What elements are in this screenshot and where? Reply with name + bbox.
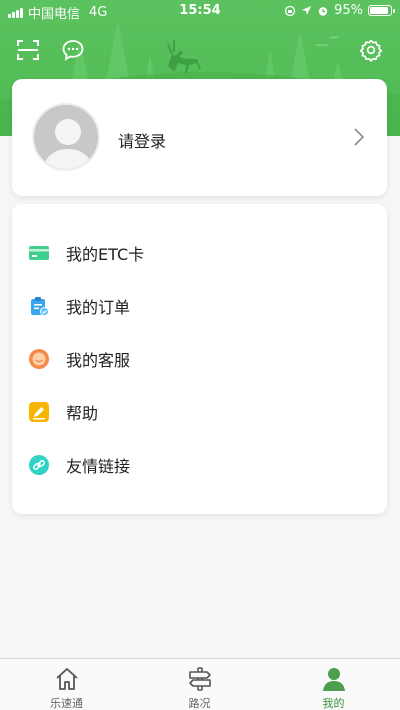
order-clipboard-icon	[31, 297, 49, 316]
battery-icon	[368, 5, 395, 16]
menu-item-friendly-links[interactable]: 友情链接	[12, 443, 387, 487]
gear-icon[interactable]	[359, 38, 383, 62]
menu-item-label: 我的客服	[66, 351, 131, 370]
menu-item-label: 我的订单	[66, 298, 131, 317]
home-icon	[55, 668, 78, 690]
chevron-right-icon	[354, 128, 365, 146]
person-icon	[322, 668, 345, 691]
menu-item-customer-service[interactable]: 我的客服	[12, 337, 387, 381]
menu-item-label: 友情链接	[66, 457, 131, 476]
tab-label: 我的	[322, 697, 345, 710]
battery-percent: 95%	[334, 3, 363, 18]
tab-label: 乐速通	[50, 697, 83, 710]
menu-item-help[interactable]: 帮助	[12, 390, 387, 434]
road-signpost-icon	[188, 667, 211, 691]
default-avatar-icon[interactable]	[32, 103, 100, 171]
scan-icon[interactable]	[16, 38, 40, 62]
help-pencil-icon	[29, 402, 49, 422]
menu-item-etc-card[interactable]: 我的ETC卡	[12, 231, 387, 275]
chat-bubble-icon[interactable]	[61, 38, 85, 62]
tab-road-conditions[interactable]: 路况	[133, 659, 266, 710]
link-icon	[29, 455, 49, 475]
customer-service-icon	[29, 349, 49, 369]
profile-card[interactable]: 请登录	[12, 79, 387, 196]
alarm-clock-icon	[318, 6, 328, 16]
tab-label: 路况	[188, 697, 211, 710]
tab-home[interactable]: 乐速通	[0, 659, 133, 710]
menu-item-orders[interactable]: 我的订单	[12, 284, 387, 328]
rotation-lock-icon	[284, 5, 296, 16]
bottom-tab-bar: 乐速通 路况 我的	[0, 658, 400, 710]
login-prompt[interactable]: 请登录	[118, 128, 166, 152]
tab-mine[interactable]: 我的	[267, 659, 400, 710]
menu-card: 我的ETC卡 我的订单 我的客服 帮助 友情链接	[12, 204, 387, 514]
location-arrow-icon	[302, 6, 312, 15]
status-bar: 中国电信 4G 15:54 95%	[0, 0, 400, 22]
menu-item-label: 帮助	[66, 404, 99, 423]
menu-item-label: 我的ETC卡	[66, 245, 145, 264]
etc-card-icon	[29, 246, 49, 260]
